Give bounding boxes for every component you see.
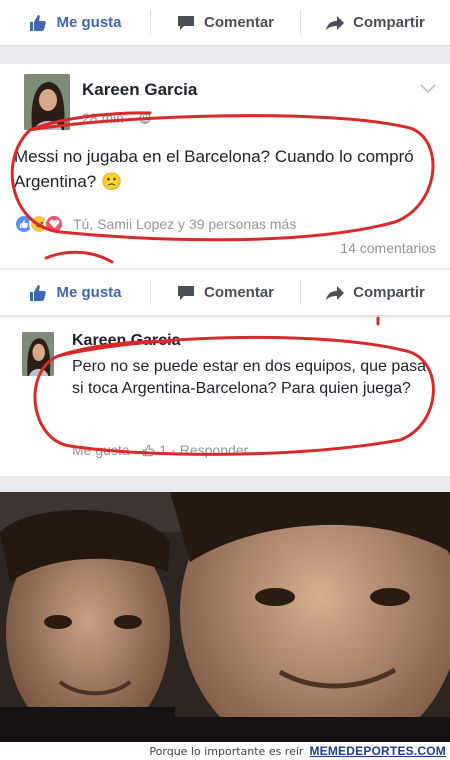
post-meta: 28 min · [82,110,151,126]
share-arrow-icon [326,285,345,300]
like-button[interactable]: Me gusta [0,0,150,45]
comment-actions: Me gusta · 1 · Responder [72,442,248,458]
like-button[interactable]: Me gusta [0,270,150,315]
comment-icon [177,15,194,30]
thumbs-up-icon [30,14,47,31]
comment-button[interactable]: Comentar [150,270,300,315]
share-label: Compartir [353,284,425,301]
comment-author[interactable]: Kareen Garcia [72,332,181,350]
thumbs-up-outline-icon [143,444,155,456]
comment-like-link[interactable]: Me gusta [72,442,130,458]
comment-like-count: 1 [159,442,168,458]
action-bar-top: Me gusta Comentar Compartir [0,0,450,46]
separator-dot: · [171,442,176,458]
comment-avatar[interactable] [22,332,54,376]
post-card: Kareen Garcia 28 min · Messi no jugaba e… [0,64,450,268]
meme-photo [0,492,450,742]
action-bar-post: Me gusta Comentar Compartir [0,270,450,316]
comment-icon [177,285,194,300]
footer-brand-link[interactable]: MEMEDEPORTES.COM [309,744,446,758]
separator-dot: · [133,442,139,458]
comment-button[interactable]: Comentar [150,0,300,45]
footer-caption: Porque lo importante es reír [149,744,304,758]
post-time[interactable]: 28 min · [82,110,133,126]
comment-card: Kareen Garcia Pero no se puede estar en … [0,318,450,476]
avatar[interactable] [24,74,70,130]
globe-icon [138,112,151,124]
post-author[interactable]: Kareen Garcia [82,80,197,100]
share-arrow-icon [326,15,345,30]
share-label: Compartir [353,14,425,31]
post-text: Messi no jugaba en el Barcelona? Cuando … [14,147,414,191]
like-label: Me gusta [56,284,122,301]
reactions-row[interactable]: Tú, Samii Lopez y 39 personas más [14,214,296,234]
reactions-text: Tú, Samii Lopez y 39 personas más [73,216,297,232]
share-button[interactable]: Compartir [300,270,450,315]
reply-link[interactable]: Responder [180,442,249,458]
love-reaction-icon [44,214,64,234]
comment-label: Comentar [203,284,274,301]
thumbs-up-icon [30,284,47,301]
comments-count[interactable]: 14 comentarios [340,240,436,256]
share-button[interactable]: Compartir [300,0,450,45]
watermark-footer: Porque lo importante es reír MEMEDEPORTE… [0,742,450,760]
comment-label: Comentar [203,14,274,31]
comment-text: Pero no se puede estar en dos equipos, q… [72,358,427,397]
chevron-down-icon[interactable] [420,84,436,94]
like-label: Me gusta [56,14,122,31]
